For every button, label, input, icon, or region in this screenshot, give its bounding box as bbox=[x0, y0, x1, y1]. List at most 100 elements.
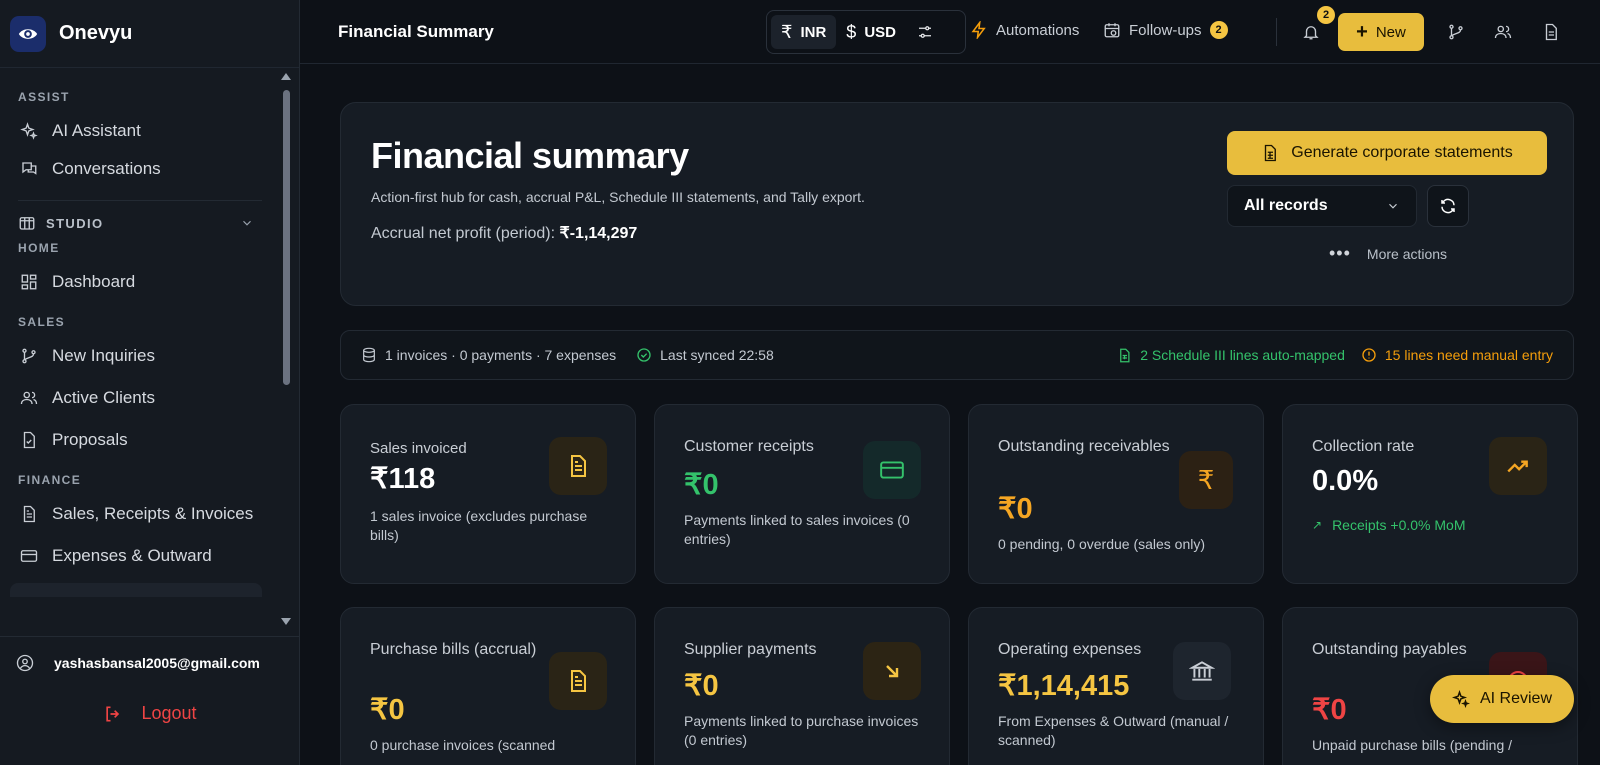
sidebar-footer: yashasbansal2005@gmail.com Logout bbox=[0, 636, 300, 765]
accrual-net-profit: Accrual net profit (period): ₹-1,14,297 bbox=[371, 223, 637, 243]
brand-name: Onevyu bbox=[59, 22, 133, 44]
records-filter-select[interactable]: All records bbox=[1227, 185, 1417, 227]
sidebar-item-label: Sales, Receipts & Invoices bbox=[52, 504, 254, 523]
currency-usd-button[interactable]: $ USD bbox=[836, 15, 906, 49]
card-collection-rate[interactable]: Collection rate 0.0% ↗ Receipts +0.0% Mo… bbox=[1282, 404, 1578, 584]
sidebar-item-label: Active Clients bbox=[52, 388, 155, 407]
chevron-down-icon bbox=[243, 220, 251, 226]
spreadsheet-icon bbox=[1120, 348, 1130, 362]
card-operating-expenses[interactable]: Operating expenses ₹1,14,415 From Expens… bbox=[968, 607, 1264, 765]
card-value: ₹0 bbox=[998, 493, 1033, 525]
card-value: 0.0% bbox=[1312, 465, 1379, 497]
record-counts: 1 invoices · 0 payments · 7 expenses bbox=[361, 347, 616, 363]
sidebar-section-studio[interactable]: STUDIO bbox=[0, 209, 280, 237]
rupee-icon: ₹ bbox=[1179, 451, 1233, 509]
team-button[interactable] bbox=[1492, 21, 1514, 43]
followups-count-badge: 2 bbox=[1209, 21, 1228, 39]
sidebar-item-sales-receipts-invoices[interactable]: Sales, Receipts & Invoices bbox=[0, 495, 280, 533]
logout-icon bbox=[106, 706, 120, 721]
workflow-button[interactable] bbox=[1445, 21, 1467, 43]
card-title: Outstanding receivables bbox=[998, 438, 1170, 455]
card-description: From Expenses & Outward (manual / scanne… bbox=[998, 713, 1229, 748]
sidebar-nav: ASSIST AI Assistant Conversations STUDIO… bbox=[0, 90, 280, 597]
document-icon bbox=[549, 652, 607, 710]
currency-settings-button[interactable] bbox=[906, 15, 944, 49]
generate-statements-button[interactable]: Generate corporate statements bbox=[1227, 131, 1547, 175]
user-circle-icon bbox=[16, 654, 34, 672]
records-filter-value: All records bbox=[1244, 197, 1328, 214]
more-actions-button[interactable]: ••• More actions bbox=[1329, 243, 1447, 264]
card-value: ₹1,14,415 bbox=[998, 670, 1130, 702]
profit-value: ₹-1,14,297 bbox=[559, 225, 638, 242]
refresh-button[interactable] bbox=[1427, 185, 1469, 227]
card-title: Sales invoiced bbox=[370, 440, 467, 457]
ai-review-button[interactable]: AI Review bbox=[1430, 675, 1574, 723]
card-sales-invoiced[interactable]: Sales invoiced ₹118 1 sales invoice (exc… bbox=[340, 404, 636, 584]
dashboard-icon bbox=[21, 274, 37, 290]
auto-mapped-link[interactable]: 2 Schedule III lines auto-mapped bbox=[1117, 347, 1345, 363]
sidebar-item-ai-assistant[interactable]: AI Assistant bbox=[0, 112, 280, 150]
card-description: Payments linked to sales invoices (0 ent… bbox=[684, 512, 910, 547]
last-synced-text: Last synced 22:58 bbox=[660, 347, 774, 363]
card-value: ₹0 bbox=[370, 694, 405, 726]
user-profile[interactable]: yashasbansal2005@gmail.com bbox=[0, 637, 300, 689]
card-value: ₹0 bbox=[1312, 694, 1347, 726]
chevron-down-icon bbox=[1389, 203, 1397, 209]
sidebar-item-expenses-outward[interactable]: Expenses & Outward bbox=[0, 537, 280, 575]
sidebar-item-dashboard[interactable]: Dashboard bbox=[0, 263, 280, 301]
spreadsheet-icon bbox=[1265, 144, 1277, 162]
documents-button[interactable] bbox=[1540, 21, 1562, 43]
sparkle-icon bbox=[20, 122, 38, 140]
financial-summary-hero: Financial summary Action-first hub for c… bbox=[340, 102, 1574, 306]
users-icon bbox=[1494, 25, 1512, 39]
sidebar-item-partial[interactable] bbox=[10, 583, 262, 597]
sparkle-icon bbox=[1451, 690, 1470, 708]
currency-switcher: ₹ INR $ USD bbox=[766, 10, 966, 54]
columns-icon bbox=[19, 217, 35, 230]
automations-link[interactable]: Automations bbox=[970, 21, 1079, 39]
bank-icon bbox=[1173, 642, 1231, 700]
auto-mapped-text: 2 Schedule III lines auto-mapped bbox=[1140, 347, 1345, 363]
card-description: Payments linked to purchase invoices (0 … bbox=[684, 713, 919, 748]
card-icon bbox=[20, 550, 38, 562]
card-outstanding-receivables[interactable]: Outstanding receivables ₹0 0 pending, 0 … bbox=[968, 404, 1264, 584]
currency-inr-button[interactable]: ₹ INR bbox=[771, 15, 837, 49]
logout-label: Logout bbox=[141, 703, 197, 723]
section-label-assist: ASSIST bbox=[18, 90, 70, 104]
sidebar-item-conversations[interactable]: Conversations bbox=[0, 150, 280, 188]
scroll-down-icon[interactable] bbox=[280, 616, 292, 626]
check-circle-icon bbox=[637, 348, 651, 362]
bell-icon bbox=[1303, 26, 1319, 40]
section-label-studio: STUDIO bbox=[46, 215, 104, 231]
logout-button[interactable]: Logout bbox=[0, 703, 300, 724]
sidebar-item-active-clients[interactable]: Active Clients bbox=[0, 379, 280, 417]
card-customer-receipts[interactable]: Customer receipts ₹0 Payments linked to … bbox=[654, 404, 950, 584]
scroll-up-icon[interactable] bbox=[280, 72, 292, 82]
card-purchase-bills[interactable]: Purchase bills (accrual) ₹0 0 purchase i… bbox=[340, 607, 636, 765]
arrow-down-right-icon bbox=[863, 642, 921, 700]
sidebar-item-new-inquiries[interactable]: New Inquiries bbox=[0, 337, 280, 375]
card-icon bbox=[863, 441, 921, 499]
currency-inr-label: INR bbox=[800, 23, 827, 41]
sidebar-item-label: AI Assistant bbox=[52, 121, 141, 140]
document-icon bbox=[549, 437, 607, 495]
brand[interactable]: Onevyu bbox=[0, 0, 299, 68]
card-supplier-payments[interactable]: Supplier payments ₹0 Payments linked to … bbox=[654, 607, 950, 765]
card-description: 1 sales invoice (excludes purchase bills… bbox=[370, 508, 588, 543]
scrollbar-thumb[interactable] bbox=[283, 90, 290, 385]
card-value: ₹0 bbox=[684, 469, 719, 501]
document-icon bbox=[1545, 23, 1557, 41]
card-value: ₹0 bbox=[684, 670, 719, 702]
card-title: Collection rate bbox=[1312, 438, 1415, 455]
rupee-icon: ₹ bbox=[781, 21, 793, 42]
sidebar-scrollbar[interactable] bbox=[280, 72, 292, 632]
new-button[interactable]: + New bbox=[1338, 13, 1424, 51]
followups-link[interactable]: Follow-ups 2 bbox=[1103, 21, 1228, 39]
page-title: Financial Summary bbox=[338, 22, 494, 41]
notifications-button[interactable] bbox=[1300, 21, 1322, 43]
sidebar-item-label: Proposals bbox=[52, 430, 128, 449]
sidebar-item-proposals[interactable]: Proposals bbox=[0, 421, 280, 459]
manual-entry-link[interactable]: 15 lines need manual entry bbox=[1361, 347, 1553, 363]
dollar-icon: $ bbox=[846, 21, 857, 42]
card-value: ₹118 bbox=[370, 463, 436, 495]
